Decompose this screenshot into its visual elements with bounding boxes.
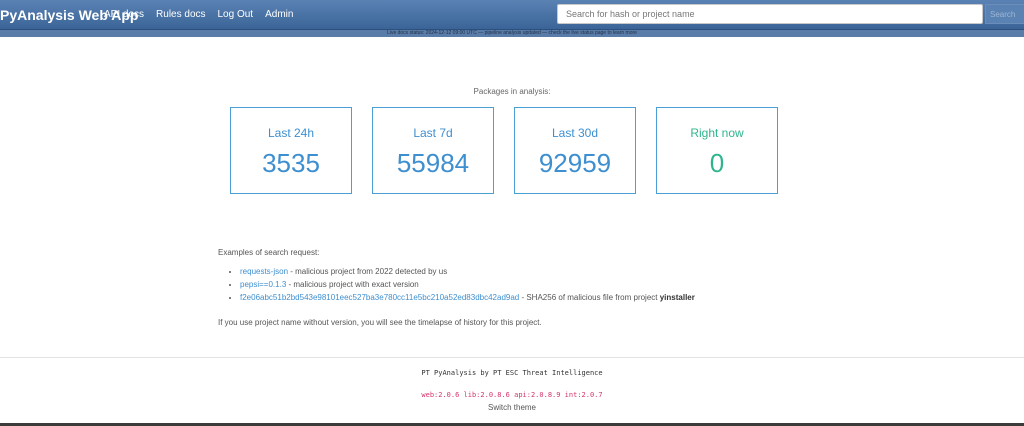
nav-link-api-docs[interactable]: API docs — [104, 9, 144, 20]
nav-link-log-out[interactable]: Log Out — [218, 9, 254, 20]
footer-divider — [0, 357, 1024, 358]
notice-bar: Live docs status: 2024-12-12 09:00 UTC —… — [0, 30, 1024, 37]
stat-card-title: Last 7d — [413, 126, 453, 140]
stat-card-last-30d: Last 30d 92959 — [514, 107, 636, 194]
stats-label: Packages in analysis: — [473, 87, 551, 96]
nav-link-admin[interactable]: Admin — [265, 9, 293, 20]
stat-card-title: Last 24h — [267, 126, 315, 140]
search-input[interactable] — [557, 4, 983, 24]
stat-card-value: 3535 — [262, 148, 320, 178]
list-item: requests-json - malicious project from 2… — [240, 265, 695, 278]
navbar: PyAnalysis Web App API docs Rules docs L… — [0, 0, 1024, 30]
stat-card-value: 0 — [709, 148, 725, 178]
examples-list: requests-json - malicious project from 2… — [218, 265, 695, 304]
stat-card-last-7d: Last 7d 55984 — [372, 107, 494, 194]
example-description: - SHA256 of malicious file from project — [519, 293, 660, 302]
footer-credit: PT PyAnalysis by PT ESC Threat Intellige… — [421, 369, 603, 377]
examples-heading: Examples of search request: — [218, 248, 320, 257]
example-description: - malicious project with exact version — [286, 280, 419, 289]
switch-theme-link[interactable]: Switch theme — [0, 403, 1024, 412]
list-item: f2e06abc51b2bd543e98101eec527ba3e780cc11… — [240, 291, 695, 304]
examples-note: If you use project name without version,… — [218, 318, 542, 327]
stat-card-last-24h: Last 24h 3535 — [230, 107, 352, 194]
notice-text: Live docs status: 2024-12-12 09:00 UTC —… — [387, 30, 637, 36]
stat-card-right-now: Right now 0 — [656, 107, 778, 194]
example-link-sha256[interactable]: f2e06abc51b2bd543e98101eec527ba3e780cc11… — [240, 293, 519, 302]
footer-versions: web:2.0.6 lib:2.0.8.6 api:2.0.8.9 int:2.… — [421, 391, 603, 399]
search-button[interactable]: Search — [985, 4, 1024, 24]
example-link-pepsi[interactable]: pepsi==0.1.3 — [240, 280, 286, 289]
stat-card-value: 92959 — [538, 148, 612, 178]
nav-link-rules-docs[interactable]: Rules docs — [156, 9, 205, 20]
example-link-requests-json[interactable]: requests-json — [240, 267, 288, 276]
stat-card-title: Last 30d — [551, 126, 599, 140]
example-description: - malicious project from 2022 detected b… — [288, 267, 448, 276]
nav-links: API docs Rules docs Log Out Admin — [104, 9, 293, 20]
stat-card-title: Right now — [690, 126, 744, 140]
example-project-name: yinstaller — [659, 293, 695, 302]
stat-card-value: 55984 — [396, 148, 470, 178]
list-item: pepsi==0.1.3 - malicious project with ex… — [240, 278, 695, 291]
